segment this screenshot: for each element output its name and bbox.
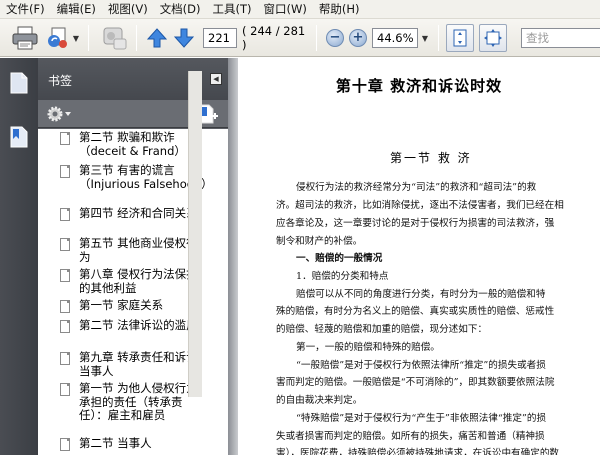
arrow-down-icon[interactable] (173, 24, 195, 52)
body-line: 失或者损害而判定的赔偿。如所有的损失，痛苦和普通（精神损 (276, 431, 545, 442)
page-icon (60, 300, 70, 313)
menu-edit[interactable]: 编辑(E) (57, 1, 96, 17)
body-line: 的自由裁决来判定。 (276, 395, 363, 406)
chevron-down-icon[interactable]: ▼ (72, 24, 80, 52)
body-line: 1．赔偿的分类和特点 (296, 271, 389, 282)
heading-line: 一、赔偿的一般情况 (296, 253, 383, 264)
section-title: 第一节 救 济 (390, 151, 472, 165)
body-line: 害而判定的赔偿。一般赔偿是“不可消除的”，即其数额要依照法院 (276, 377, 555, 388)
body-line: 害），医院花费，持殊赔偿必须被持殊地请求，在诉讼中有确定的数 (276, 448, 560, 455)
body-line: “特殊赔偿”是对于侵权行为“产生于”非依照法律“推定”的损 (296, 413, 547, 424)
menu-tools[interactable]: 工具(T) (213, 1, 252, 17)
page-icon (60, 383, 70, 396)
divider (438, 25, 439, 51)
bookmark-icon[interactable] (10, 126, 28, 148)
zoom-dropdown-chevron-icon[interactable]: ▼ (420, 29, 430, 47)
page-icon (60, 238, 70, 251)
page-icon (60, 352, 70, 365)
bookmarks-scrollbar[interactable] (188, 71, 202, 397)
body-line: 第一，一般的赔偿和特殊的赔偿。 (296, 342, 440, 353)
navigation-strip (0, 58, 38, 455)
page-count: ( 244 / 281 ) (242, 24, 306, 52)
body-line: 殊的赔偿，有时分为名义上的赔偿、真实或实质性的赔偿、惩戒性 (276, 306, 555, 317)
menu-view[interactable]: 视图(V) (108, 1, 148, 17)
body-line: 侵权行为法的救济经常分为“司法”的救济和“超司法”的救 (296, 182, 537, 193)
menu-help[interactable]: 帮助(H) (319, 1, 360, 17)
share-icon[interactable] (45, 24, 71, 52)
page-icon (60, 269, 70, 282)
menu-window[interactable]: 窗口(W) (264, 1, 307, 17)
page-icon (60, 132, 70, 145)
panel-splitter[interactable] (228, 58, 238, 455)
collapse-panel-icon[interactable]: ◀ (210, 73, 222, 85)
collaborate-icon[interactable] (98, 24, 130, 52)
zoom-in-icon[interactable]: + (349, 29, 367, 47)
page-icon (60, 165, 70, 178)
bookmark-item[interactable]: 第二节 当事人 (60, 436, 207, 451)
page-number-input[interactable]: 221 (203, 28, 237, 48)
chapter-title: 第十章 救济和诉讼时效 (335, 77, 503, 95)
fit-page-icon[interactable] (446, 24, 474, 52)
divider (316, 25, 317, 51)
zoom-out-icon[interactable]: − (326, 29, 344, 47)
bookmarks-title: 书签 (48, 74, 73, 88)
divider (88, 25, 89, 51)
page-icon (60, 208, 70, 221)
arrow-up-icon[interactable] (146, 24, 168, 52)
options-gear-icon[interactable] (47, 105, 73, 126)
divider (136, 25, 137, 51)
body-line: 制令和财产的补偿。 (276, 236, 363, 247)
menu-document[interactable]: 文档(D) (160, 1, 201, 17)
search-input[interactable]: 查找 (521, 28, 600, 48)
body-line: 的赔偿、轻蔑的赔偿和加重的赔偿，现分述如下： (276, 324, 488, 335)
fit-width-icon[interactable] (479, 24, 507, 52)
body-line: “一般赔偿”是对于侵权行为依照法律所“推定”的损失或者损 (296, 360, 546, 371)
menu-file[interactable]: 文件(F) (6, 1, 45, 17)
page-icon (60, 320, 70, 333)
menu-bar: 文件(F) 编辑(E) 视图(V) 文档(D) 工具(T) 窗口(W) 帮助(H… (0, 0, 600, 19)
print-icon[interactable] (10, 24, 40, 52)
document-page: 第十章 救济和诉讼时效 第一节 救 济 侵权行为法的救济经常分为“司法”的救济和… (238, 58, 600, 455)
toolbar: ▼ 221 ( 244 / 281 ) − + 44.6% ▼ 查找 (0, 19, 600, 57)
body-line: 赔偿可以从不同的角度进行分类，有时分为一般的赔偿和特 (296, 289, 546, 300)
page-thumbnail-icon[interactable] (10, 72, 28, 94)
body-line: 济。超司法的救济，比如消除侵扰，逐出不法侵害者，我们已经在相 (276, 200, 564, 211)
zoom-input[interactable]: 44.6% (372, 28, 418, 48)
page-icon (60, 438, 70, 451)
body-line: 应各章论及，这一章要讨论的是对于侵权行为损害的司法救济，强 (276, 218, 555, 229)
